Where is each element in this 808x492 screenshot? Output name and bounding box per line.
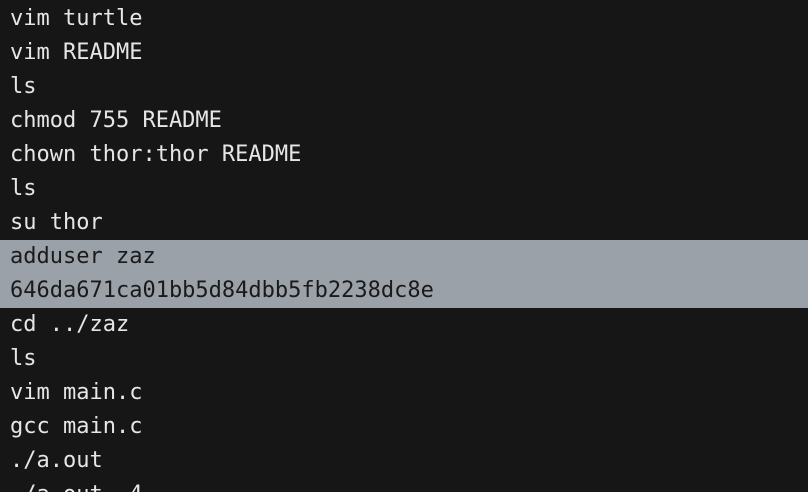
terminal-window[interactable]: vim turtle vim README ls chmod 755 READM…: [0, 0, 808, 492]
history-line-12[interactable]: vim main.c: [0, 376, 808, 410]
history-line-8[interactable]: adduser zaz: [0, 240, 808, 274]
history-line-7[interactable]: su thor: [0, 206, 808, 240]
history-line-10[interactable]: cd ../zaz: [0, 308, 808, 342]
history-line-6[interactable]: ls: [0, 172, 808, 206]
history-line-13[interactable]: gcc main.c: [0, 410, 808, 444]
history-line-5[interactable]: chown thor:thor README: [0, 138, 808, 172]
command-history-list: vim turtle vim README ls chmod 755 READM…: [0, 2, 808, 492]
history-line-9[interactable]: 646da671ca01bb5d84dbb5fb2238dc8e: [0, 274, 808, 308]
history-line-15[interactable]: ./a.out -4: [0, 478, 808, 492]
history-line-11[interactable]: ls: [0, 342, 808, 376]
history-line-2[interactable]: vim README: [0, 36, 808, 70]
history-line-14[interactable]: ./a.out: [0, 444, 808, 478]
history-line-4[interactable]: chmod 755 README: [0, 104, 808, 138]
history-line-3[interactable]: ls: [0, 70, 808, 104]
history-line-1[interactable]: vim turtle: [0, 2, 808, 36]
